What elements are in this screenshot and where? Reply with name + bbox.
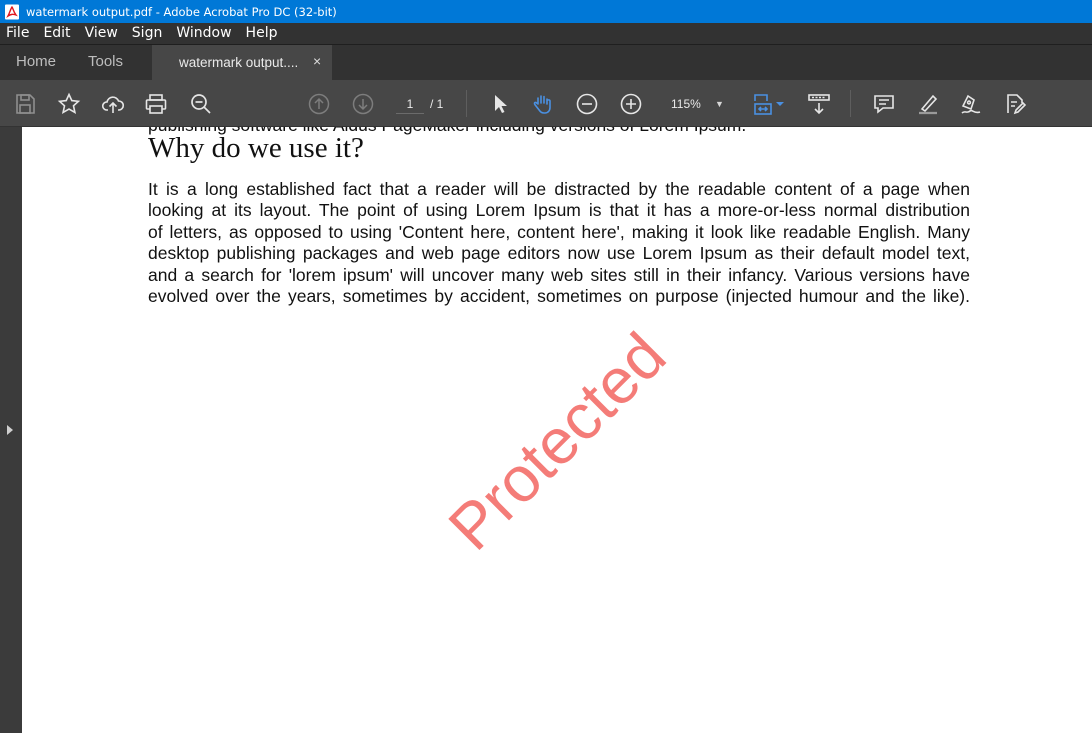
watermark-text: Protected [434,319,680,564]
tab-bar: Home Tools watermark output.... × [0,44,1092,81]
title-bar: watermark output.pdf - Adobe Acrobat Pro… [0,0,1092,23]
save-icon[interactable] [12,91,38,117]
menu-bar: File Edit View Sign Window Help [0,23,1092,44]
hand-icon[interactable] [530,91,556,117]
zoom-in-icon[interactable] [618,91,644,117]
bookmark-star-icon[interactable] [56,91,82,117]
toolbar-divider [850,90,851,117]
page-number-input[interactable]: 1 [396,94,424,114]
paragraph-line: It is a long established fact that a rea… [148,179,970,199]
menu-sign[interactable]: Sign [125,23,170,44]
expand-panel-arrow-icon[interactable] [7,425,13,435]
sign-icon[interactable] [958,91,984,117]
section-heading: Why do we use it? [148,132,364,164]
scroll-mode-icon[interactable] [806,91,832,117]
tab-tools[interactable]: Tools [88,53,123,70]
tab-document-label: watermark output.... [179,55,299,70]
zoom-level-dropdown[interactable]: 115% ▼ [660,94,730,114]
zoom-out-icon[interactable] [574,91,600,117]
edit-pdf-icon[interactable] [1002,91,1028,117]
menu-file[interactable]: File [0,23,36,44]
menu-help[interactable]: Help [239,23,285,44]
prev-page-icon[interactable] [306,91,332,117]
find-zoom-icon[interactable] [188,91,214,117]
paragraph-line: of letters, as opposed to using 'Content… [148,221,970,242]
fit-page-icon[interactable] [750,91,776,117]
close-tab-button[interactable]: × [313,53,321,69]
document-page: publishing software like Aldus PageMaker… [22,127,1092,733]
paragraph-line: desktop publishing packages and web page… [148,243,970,264]
menu-view[interactable]: View [78,23,125,44]
chevron-down-icon: ▼ [715,99,724,109]
select-arrow-icon[interactable] [487,91,513,117]
page-total: / 1 [430,97,444,111]
menu-edit[interactable]: Edit [36,23,77,44]
tab-document[interactable]: watermark output.... × [152,45,332,81]
toolbar: 1 / 1 115% ▼ [0,80,1092,127]
print-icon[interactable] [143,91,169,117]
menu-window[interactable]: Window [169,23,238,44]
paragraph-line: and a search for 'lorem ipsum' will unco… [148,264,970,285]
toolbar-divider [466,90,467,117]
comment-icon[interactable] [871,91,897,117]
left-navigation-rail [0,127,22,733]
tab-home[interactable]: Home [16,53,56,70]
window-title: watermark output.pdf - Adobe Acrobat Pro… [26,4,337,19]
body-paragraph: It is a long established fact that a rea… [148,179,970,307]
highlight-icon[interactable] [915,91,941,117]
acrobat-app-icon [5,4,19,19]
upload-cloud-icon[interactable] [100,91,126,117]
fit-page-dropdown-icon[interactable] [775,91,785,117]
next-page-icon[interactable] [350,91,376,117]
paragraph-line: evolved over the years, sometimes by acc… [148,286,970,307]
zoom-value: 115% [671,97,701,111]
paragraph-line: looking at its layout. The point of usin… [148,200,970,221]
